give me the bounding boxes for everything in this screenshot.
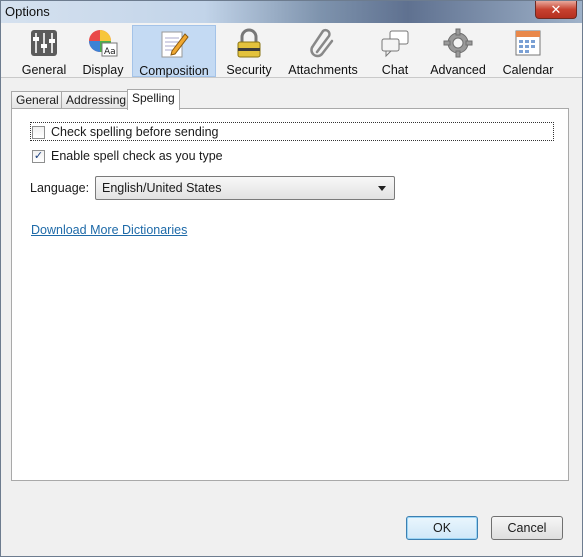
toolbar-chat[interactable]: Chat	[373, 25, 417, 77]
padlock-icon	[234, 28, 264, 58]
window-title: Options	[5, 4, 50, 19]
toolbar-label: Security	[226, 63, 272, 77]
toolbar-advanced[interactable]: Advanced	[427, 25, 489, 77]
category-toolbar: General Aa Display Composition Security …	[1, 23, 582, 78]
spell-as-you-type-row[interactable]: ✓ Enable spell check as you type	[32, 149, 223, 163]
download-dictionaries-link[interactable]: Download More Dictionaries	[31, 223, 187, 237]
toolbar-label: Display	[82, 63, 124, 77]
toolbar-label: Calendar	[502, 63, 554, 77]
check-before-sending-checkbox[interactable]	[32, 125, 45, 139]
tab-general[interactable]: General	[11, 91, 64, 109]
toolbar-display[interactable]: Aa Display	[79, 25, 127, 77]
spell-as-you-type-label: Enable spell check as you type	[51, 149, 223, 163]
check-before-sending-label: Check spelling before sending	[51, 125, 219, 139]
svg-text:Aa: Aa	[104, 47, 116, 57]
toolbar-label: General	[21, 63, 67, 77]
close-icon: ✕	[550, 1, 562, 17]
tab-spelling[interactable]: Spelling	[127, 89, 180, 110]
spelling-panel: Check spelling before sending ✓ Enable s…	[11, 108, 569, 481]
chevron-down-icon	[378, 186, 386, 191]
download-dictionaries-row: Download More Dictionaries	[31, 223, 187, 237]
language-label-text: Language:	[30, 181, 90, 195]
options-window: Options ✕ General Aa Display Composition…	[0, 0, 583, 557]
toolbar-label: Chat	[381, 63, 409, 77]
language-value: English/United States	[102, 181, 222, 195]
toolbar-label: Composition	[139, 64, 209, 78]
calendar-icon	[513, 28, 543, 58]
paperclip-icon	[308, 28, 338, 58]
ok-button[interactable]: OK	[406, 516, 478, 540]
sliders-icon	[29, 28, 59, 58]
display-palette-icon: Aa	[88, 28, 118, 58]
title-bar: Options ✕	[1, 1, 582, 23]
close-button[interactable]: ✕	[535, 1, 577, 19]
cancel-button[interactable]: Cancel	[491, 516, 563, 540]
spell-as-you-type-checkbox[interactable]: ✓	[32, 149, 45, 163]
toolbar-label: Attachments	[288, 63, 358, 77]
language-label: Language:	[30, 181, 89, 195]
toolbar-label: Advanced	[430, 63, 486, 77]
toolbar-attachments[interactable]: Attachments	[284, 25, 362, 77]
tab-addressing[interactable]: Addressing	[61, 91, 132, 109]
pencil-notepad-icon	[159, 29, 189, 59]
toolbar-security[interactable]: Security	[223, 25, 275, 77]
check-before-sending-row[interactable]: Check spelling before sending	[32, 125, 218, 139]
toolbar-general[interactable]: General	[19, 25, 69, 77]
gear-icon	[443, 28, 473, 58]
toolbar-composition[interactable]: Composition	[132, 25, 216, 78]
chat-bubbles-icon	[380, 28, 410, 58]
language-select[interactable]: English/United States	[95, 176, 395, 200]
toolbar-calendar[interactable]: Calendar	[499, 25, 557, 77]
check-mark-icon: ✓	[33, 149, 44, 162]
